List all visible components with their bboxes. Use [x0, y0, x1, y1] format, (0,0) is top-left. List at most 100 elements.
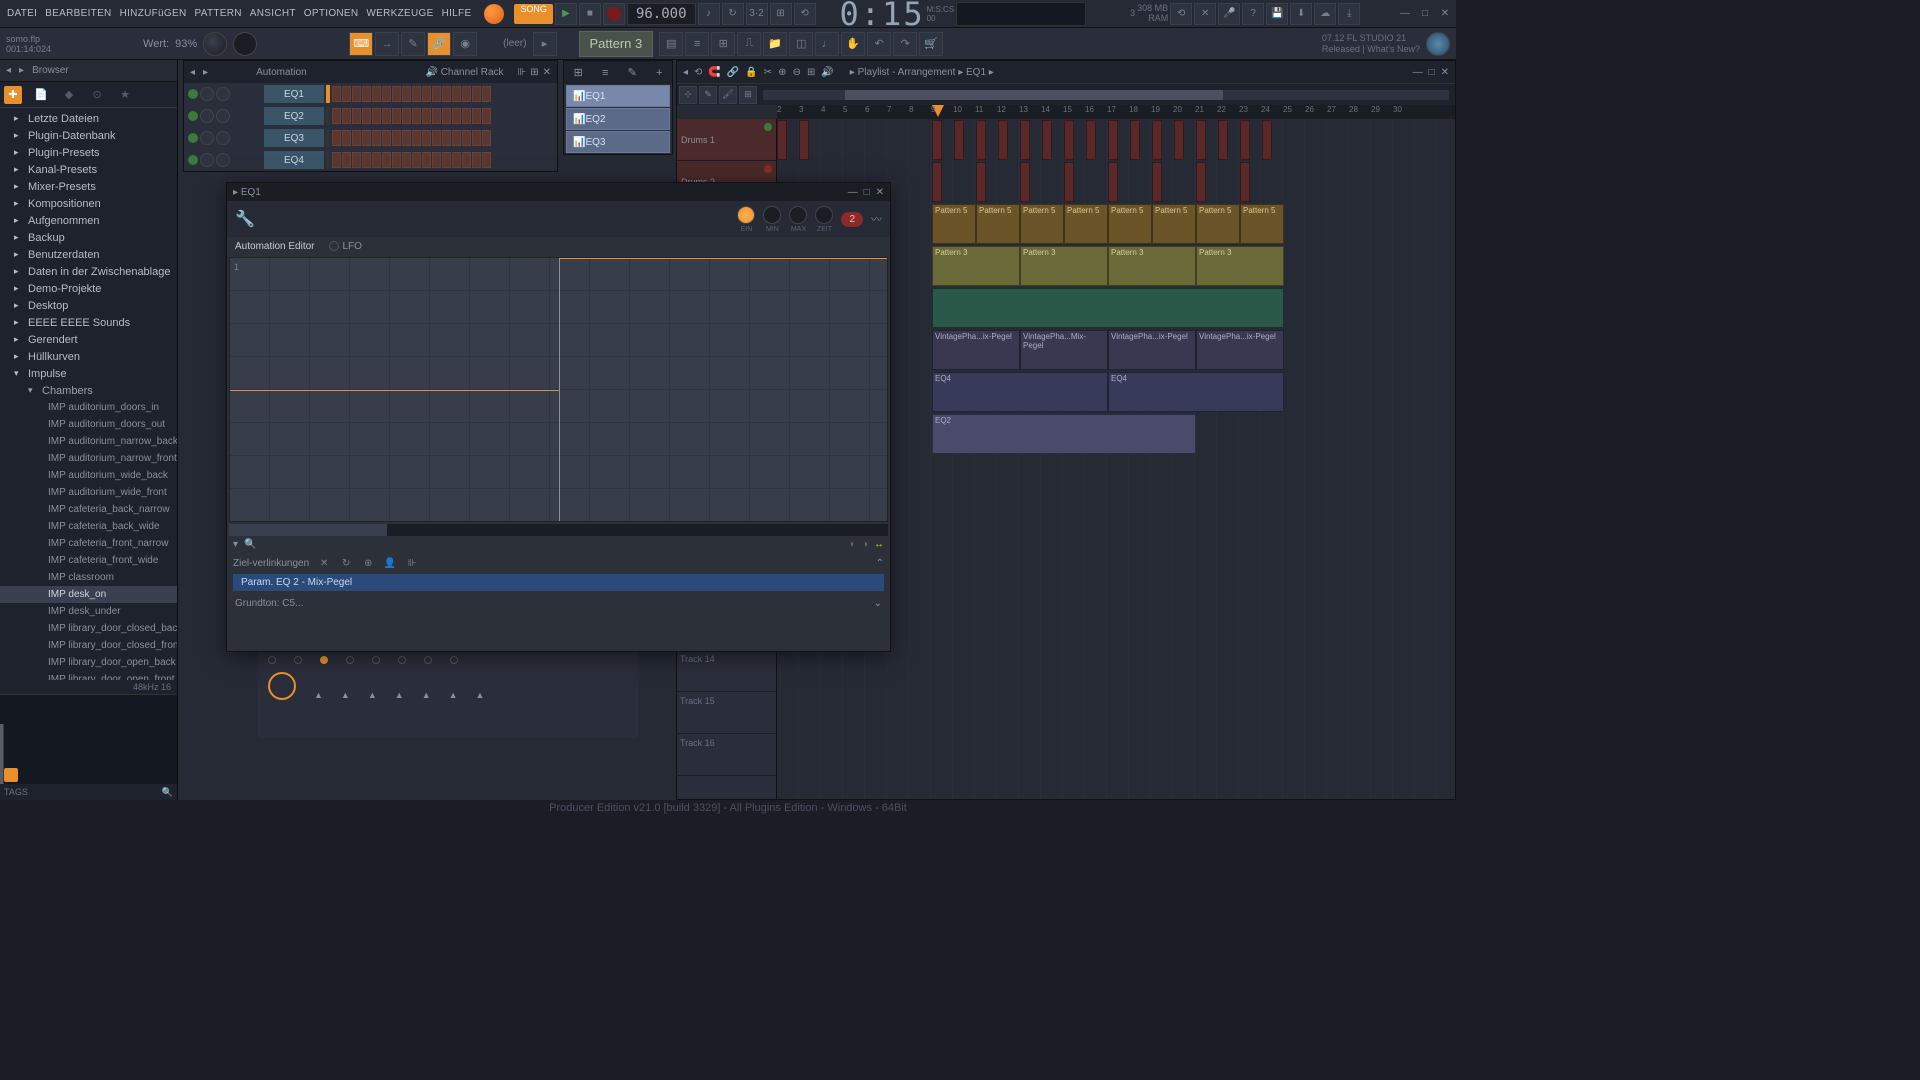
record-button[interactable] — [603, 3, 625, 25]
tree-file[interactable]: IMP auditorium_wide_back — [0, 467, 177, 484]
ae-zoom-icon[interactable]: 🔍 — [244, 539, 256, 550]
pl-link-icon[interactable]: 🔗 — [727, 67, 739, 78]
ae-root-note[interactable]: Grundton: C5... — [235, 598, 303, 609]
pl-min-icon[interactable]: — — [1413, 67, 1423, 78]
tree-folder[interactable]: ▸Desktop — [0, 297, 177, 314]
pl-tool-paint-icon[interactable]: 🖌 — [719, 86, 737, 104]
ae-links-collapse-icon[interactable]: ⌃ — [876, 558, 884, 569]
channel-mute-button[interactable] — [188, 111, 198, 121]
ae-stretch-icon[interactable]: ↔ — [874, 539, 884, 550]
tree-subfolder[interactable]: ▾Chambers — [0, 382, 177, 399]
ae-tab-automation[interactable]: Automation Editor — [235, 241, 315, 252]
ae-dropdown-icon[interactable]: ▾ — [233, 539, 238, 550]
pl-spk-icon[interactable]: 🔊 — [821, 67, 833, 78]
pattern-picker-item[interactable]: 📊 EQ1 — [566, 85, 670, 107]
menu-tools[interactable]: WERKZEUGE — [363, 4, 436, 23]
main-pitch-knob[interactable] — [233, 32, 257, 56]
tree-folder[interactable]: ▸Kompositionen — [0, 195, 177, 212]
pl-max-icon[interactable]: □ — [1429, 67, 1435, 78]
tree-file[interactable]: IMP auditorium_narrow_front — [0, 450, 177, 467]
ae-link-remove-icon[interactable]: ✕ — [317, 556, 331, 570]
minimize-button[interactable]: — — [1398, 7, 1412, 21]
ae-min-knob[interactable] — [763, 206, 781, 224]
fl-logo-icon[interactable] — [484, 4, 504, 24]
view-browser-icon[interactable]: 📁 — [763, 32, 787, 56]
browser-tab-plugins-icon[interactable]: ◆ — [60, 86, 78, 104]
ae-horizontal-scrollbar[interactable] — [229, 524, 888, 536]
tree-folder[interactable]: ▸Plugin-Presets — [0, 144, 177, 161]
channel-select[interactable] — [326, 85, 330, 103]
playlist-clip[interactable] — [1196, 120, 1206, 160]
preview-play-icon[interactable] — [4, 768, 18, 782]
channel-name-button[interactable]: EQ2 — [264, 107, 324, 125]
playlist-clip[interactable]: Pattern 5 — [932, 204, 976, 244]
cr-back-icon[interactable]: ◂ — [190, 67, 195, 78]
tree-file[interactable]: IMP library_door_open_front — [0, 671, 177, 680]
browser-tab-files-icon[interactable]: 📄 — [32, 86, 50, 104]
tree-file[interactable]: IMP cafeteria_front_wide — [0, 552, 177, 569]
playlist-clip[interactable] — [1240, 162, 1250, 202]
menu-edit[interactable]: BEARBEITEN — [42, 4, 114, 23]
channel-name-button[interactable]: EQ1 — [264, 85, 324, 103]
ae-tab-lfo[interactable]: LFO — [343, 241, 362, 252]
browser-preview[interactable] — [0, 694, 177, 784]
playlist-clip[interactable]: Pattern 5 — [976, 204, 1020, 244]
tree-file[interactable]: IMP library_door_open_back — [0, 654, 177, 671]
pp-add-icon[interactable]: + — [656, 67, 662, 79]
playlist-clip[interactable] — [1218, 120, 1228, 160]
pl-back-icon[interactable]: ◂ — [683, 67, 688, 78]
ae-link-user-icon[interactable]: 👤 — [383, 556, 397, 570]
playlist-clip[interactable] — [1108, 162, 1118, 202]
pl-overview-scrollbar[interactable] — [763, 90, 1449, 100]
metronome-icon[interactable]: ♪ — [698, 3, 720, 25]
view-pianoroll-icon[interactable]: ≡ — [685, 32, 709, 56]
tree-folder[interactable]: ▸Aufgenommen — [0, 212, 177, 229]
playlist-clip[interactable] — [799, 120, 809, 160]
master-sync-icon[interactable]: ✎ — [401, 32, 425, 56]
playlist-automation-clip[interactable]: VintagePha...ix-Pegel — [1108, 330, 1196, 370]
playlist-clip[interactable] — [1020, 120, 1030, 160]
tree-file[interactable]: IMP library_door_closed_front — [0, 637, 177, 654]
strip-toggle[interactable] — [268, 656, 276, 664]
channel-rack-window[interactable]: ◂ ▸ Automation 🔊 Channel Rack ⊪ ⊞ ✕ EQ1 — [183, 60, 558, 172]
playlist-automation-clip[interactable]: VintagePha...ix-Pegel — [1196, 330, 1284, 370]
tree-file[interactable]: IMP auditorium_doors_out — [0, 416, 177, 433]
playlist-clip[interactable] — [1042, 120, 1052, 160]
strip-toggle[interactable] — [294, 656, 302, 664]
stop-button[interactable]: ■ — [579, 3, 601, 25]
save-icon[interactable]: 💾 — [1266, 3, 1288, 25]
pp-mode1-icon[interactable]: ⊞ — [574, 66, 583, 79]
tempo-tap-icon[interactable]: ♩ — [815, 32, 839, 56]
blend-icon[interactable]: ⊞ — [770, 3, 792, 25]
track-header[interactable]: Track 14 — [676, 650, 776, 692]
undo-history-icon[interactable]: ⟲ — [1170, 3, 1192, 25]
pl-sync-icon[interactable]: ⟲ — [694, 67, 702, 78]
playlist-clip[interactable] — [1174, 120, 1184, 160]
snap-selector[interactable]: (leer) — [503, 38, 526, 49]
playlist-automation-clip[interactable]: EQ4 — [1108, 372, 1284, 412]
pp-draw-icon[interactable]: ✎ — [628, 66, 637, 79]
pl-lock-icon[interactable]: 🔒 — [745, 67, 757, 78]
shop-icon[interactable]: 🛒 — [919, 32, 943, 56]
ae-snap2-icon[interactable]: ◑ — [862, 539, 868, 550]
cr-close-icon[interactable]: ✕ — [543, 67, 551, 78]
undo-icon[interactable]: ↶ — [867, 32, 891, 56]
step-sequencer-row[interactable] — [332, 130, 491, 146]
playlist-clip[interactable] — [932, 162, 942, 202]
playlist-automation-clip[interactable]: EQ4 — [932, 372, 1108, 412]
song-mode-button[interactable]: SONG — [514, 4, 553, 24]
playlist-clip[interactable] — [1130, 120, 1140, 160]
tree-folder[interactable]: ▸Plugin-Datenbank — [0, 127, 177, 144]
playlist-clip[interactable]: Pattern 3 — [1020, 246, 1108, 286]
playlist-automation-clip[interactable]: VintagePha...Mix-Pegel — [1020, 330, 1108, 370]
tree-file[interactable]: IMP classroom — [0, 569, 177, 586]
playlist-clip[interactable] — [777, 120, 787, 160]
strip-toggle[interactable] — [346, 656, 354, 664]
strip-toggle[interactable] — [320, 656, 328, 664]
tree-file[interactable]: IMP auditorium_doors_in — [0, 399, 177, 416]
midi-settings-icon[interactable]: ✕ — [1194, 3, 1216, 25]
channel-vol-knob[interactable] — [216, 153, 230, 167]
tree-folder[interactable]: ▾Impulse — [0, 365, 177, 382]
loop-icon[interactable]: ⟲ — [794, 3, 816, 25]
export-icon[interactable]: ⤓ — [1338, 3, 1360, 25]
